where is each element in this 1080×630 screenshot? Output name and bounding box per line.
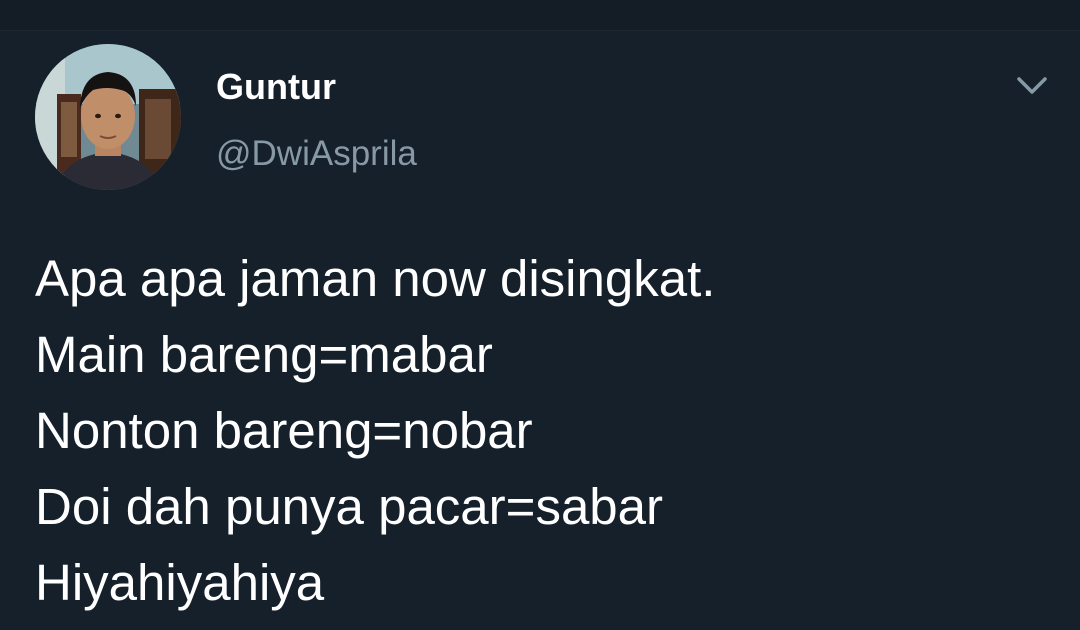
tweet-text-line: Doi dah punya pacar=sabar xyxy=(35,478,664,535)
tweet-menu-button[interactable] xyxy=(1010,69,1054,103)
status-bar xyxy=(0,0,1080,31)
tweet-text: Apa apa jaman now disingkat. Main bareng… xyxy=(35,241,1055,621)
tweet-text-line: Nonton bareng=nobar xyxy=(35,402,533,459)
tweet-text-line: Apa apa jaman now disingkat. xyxy=(35,250,716,307)
tweet-text-line: Hiyahiyahiya xyxy=(35,554,325,611)
tweet-card: Guntur @DwiAsprila Apa apa jaman now dis… xyxy=(0,31,1080,630)
profile-photo-icon xyxy=(35,44,181,190)
chevron-down-icon xyxy=(1017,77,1047,94)
display-name[interactable]: Guntur xyxy=(216,67,336,107)
avatar[interactable] xyxy=(35,44,181,190)
user-handle[interactable]: @DwiAsprila xyxy=(216,134,417,174)
tweet-text-line: Main bareng=mabar xyxy=(35,326,493,383)
